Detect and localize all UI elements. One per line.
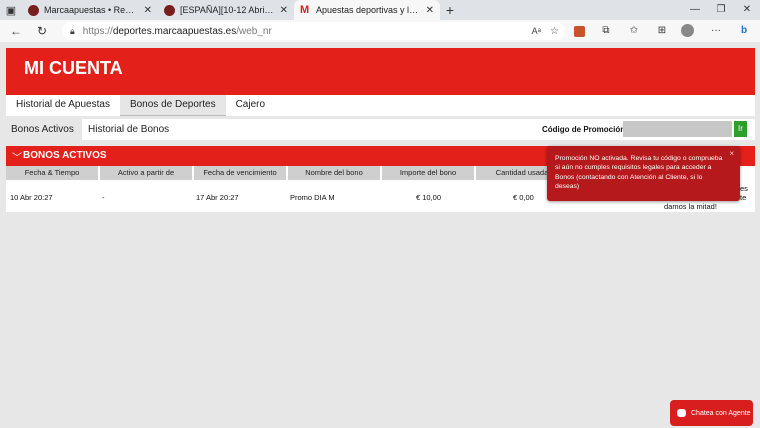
cell-fecha: 10 Abr 20:27 — [10, 193, 53, 202]
account-menu: Historial de Apuestas Bonos de Deportes … — [6, 95, 755, 116]
cell-vencimiento: 17 Abr 20:27 — [196, 193, 239, 202]
menu-bonos-deportes[interactable]: Bonos de Deportes — [119, 95, 226, 116]
url-text: https://deportes.marcaapuestas.es/web_nr — [82, 25, 272, 37]
tab-actions-icon[interactable]: ▣ — [0, 0, 22, 20]
cell-cantidad: € 0,00 — [513, 193, 534, 202]
puzzle-extensions-icon[interactable]: ⧉ — [599, 24, 613, 38]
marca-favicon-icon — [28, 4, 39, 16]
chat-bubble-icon — [677, 409, 686, 417]
browser-tab-1[interactable]: Marcaapuestas • Reembolso 50% ✕ — [22, 0, 158, 20]
column-header: Importe del bono — [382, 166, 474, 180]
cell-overflow-text: damos la mitad! — [664, 202, 717, 211]
collections-icon[interactable]: ⊞ — [655, 24, 669, 38]
m-favicon-icon: M — [300, 3, 310, 16]
lock-icon: 🔒︎ — [70, 25, 75, 36]
cell-importe: € 10,00 — [416, 193, 442, 202]
page-header: MI CUENTA — [6, 48, 755, 95]
promo-error-toast: × Promoción NO activada. Revisa tu códig… — [547, 146, 740, 201]
address-toolbar: ← ↻ 🔒︎ https://deportes.marcaapuestas.es… — [0, 20, 760, 42]
close-tab-icon[interactable]: ✕ — [426, 5, 434, 16]
extension-icon[interactable] — [574, 26, 585, 37]
page-title: MI CUENTA — [24, 58, 123, 78]
url-field[interactable]: 🔒︎ https://deportes.marcaapuestas.es/web… — [62, 22, 565, 40]
maximize-icon[interactable]: ❐ — [708, 0, 734, 20]
new-tab-icon[interactable]: + — [440, 2, 460, 18]
section-title: BONOS ACTIVOS — [23, 150, 107, 161]
toast-message: Promoción NO activada. Revisa tu código … — [555, 155, 723, 191]
back-icon[interactable]: ← — [6, 24, 26, 38]
promo-go-button[interactable]: Ir — [734, 121, 747, 137]
minimize-icon[interactable]: — — [682, 0, 708, 20]
promo-code-label: Código de Promoción: — [542, 119, 628, 140]
read-aloud-icon[interactable]: Aᵃ — [532, 26, 541, 36]
menu-historial-apuestas[interactable]: Historial de Apuestas — [6, 95, 120, 116]
column-header: Activo a partir de — [100, 166, 192, 180]
close-icon[interactable]: × — [729, 149, 734, 158]
marca-favicon-icon — [164, 4, 175, 16]
bing-icon[interactable]: b — [737, 24, 751, 38]
cell-activo: - — [102, 193, 105, 202]
browser-tab-2[interactable]: [ESPAÑA][10-12 Abril] Marcaapu ✕ — [158, 0, 294, 20]
cell-overflow-text: es — [740, 184, 748, 193]
tab-bonos-activos[interactable]: Bonos Activos — [6, 119, 82, 140]
close-tab-icon[interactable]: ✕ — [280, 5, 288, 16]
browser-tab-title: Apuestas deportivas y las mejore — [316, 5, 421, 15]
column-header: Nombre del bono — [288, 166, 380, 180]
menu-cajero[interactable]: Cajero — [226, 95, 275, 116]
favorites-icon[interactable]: ✩ — [627, 24, 641, 38]
cell-overflow-text: te — [740, 193, 747, 202]
bonos-subbar: Bonos Activos Historial de Bonos Código … — [6, 119, 755, 140]
favorite-star-icon[interactable]: ☆ — [550, 26, 559, 37]
close-tab-icon[interactable]: ✕ — [144, 5, 152, 16]
browser-tab-title: [ESPAÑA][10-12 Abril] Marcaapu — [180, 5, 275, 15]
column-header: Fecha de vencimiento — [194, 166, 286, 180]
chat-label: Chatea con Agente — [691, 409, 751, 417]
chevron-down-icon: ﹀ — [12, 153, 22, 164]
browser-tab-strip: ▣ Marcaapuestas • Reembolso 50% ✕ [ESPAÑ… — [0, 0, 760, 20]
window-controls: — ❐ ✕ — [682, 0, 760, 20]
refresh-icon[interactable]: ↻ — [32, 24, 52, 38]
profile-avatar[interactable] — [681, 24, 694, 37]
cell-nombre: Promo DIA M — [290, 193, 335, 202]
close-window-icon[interactable]: ✕ — [734, 0, 760, 20]
column-header: Fecha & Tiempo — [6, 166, 98, 180]
chat-agent-button[interactable]: Chatea con Agente — [670, 400, 753, 426]
browser-tab-3-active[interactable]: M Apuestas deportivas y las mejore ✕ — [294, 0, 440, 20]
browser-tab-title: Marcaapuestas • Reembolso 50% — [44, 5, 139, 15]
more-menu-icon[interactable]: ··· — [709, 24, 723, 38]
promo-code-input[interactable] — [623, 121, 732, 137]
